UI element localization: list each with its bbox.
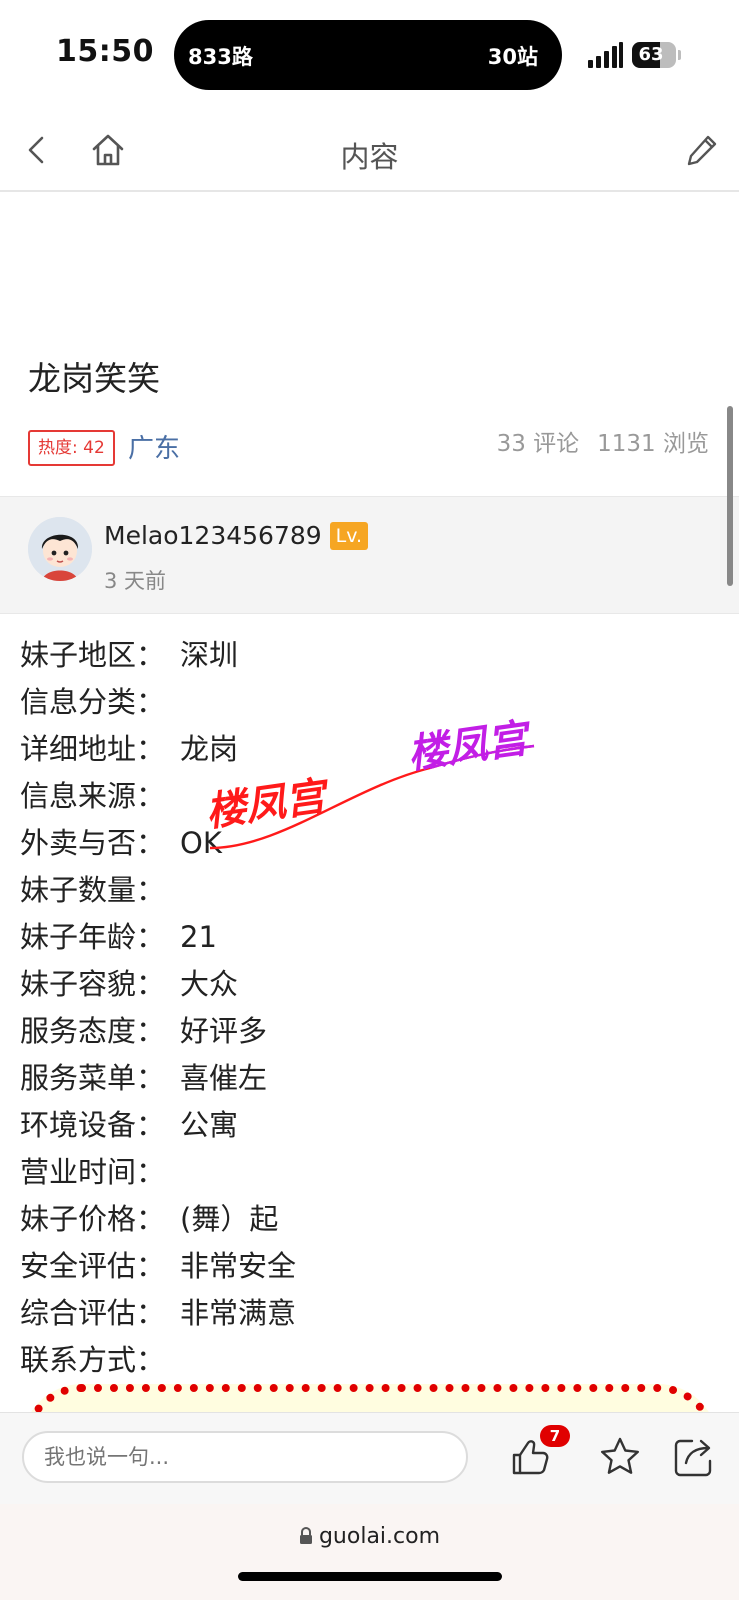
info-row: 妹子价格： (舞）起 <box>20 1196 720 1243</box>
level-badge: Lv. <box>329 522 369 550</box>
info-value: 深圳 <box>180 638 239 672</box>
info-key: 综合评估： <box>20 1296 166 1330</box>
post-time: 3 天前 <box>104 569 167 593</box>
info-key: 信息来源： <box>20 779 166 813</box>
info-row: 妹子年龄： 21 <box>20 914 720 961</box>
lock-icon <box>299 1527 312 1544</box>
info-row: 妹子地区： 深圳 <box>20 632 720 679</box>
info-key: 详细地址： <box>20 732 166 766</box>
info-key: 妹子价格： <box>20 1202 166 1236</box>
page-title: 内容 <box>340 140 399 174</box>
info-value: 非常安全 <box>180 1249 297 1283</box>
author-name[interactable]: Melao123456789 Lv. <box>104 521 369 550</box>
view-count: 1131 浏览 <box>597 431 709 457</box>
info-key: 信息分类： <box>20 685 166 719</box>
info-key: 妹子容貌： <box>20 967 166 1001</box>
info-value: 公寓 <box>180 1108 239 1142</box>
post-stats: 33 评论 1131 浏览 <box>497 424 709 458</box>
url-display[interactable]: guolai.com <box>0 1524 739 1549</box>
edit-pencil-icon[interactable] <box>684 132 720 168</box>
info-row: 营业时间： <box>20 1149 720 1196</box>
info-row: 环境设备： 公寓 <box>20 1102 720 1149</box>
island-route: 833路 <box>188 45 253 69</box>
info-key: 联系方式： <box>20 1343 166 1377</box>
like-count-badge: 7 <box>540 1425 570 1447</box>
status-time: 15:50 <box>56 34 154 69</box>
info-key: 服务态度： <box>20 1014 166 1048</box>
info-key: 服务菜单： <box>20 1061 166 1095</box>
info-value: 好评多 <box>180 1014 268 1048</box>
browser-url-bar[interactable]: guolai.com <box>0 1504 739 1600</box>
share-icon[interactable] <box>672 1435 716 1479</box>
info-value: 大众 <box>180 967 239 1001</box>
info-value: 21 <box>180 920 217 954</box>
home-indicator[interactable] <box>238 1572 502 1581</box>
star-icon[interactable] <box>598 1435 642 1479</box>
battery-level: 63 <box>638 44 664 65</box>
info-row: 安全评估： 非常安全 <box>20 1243 720 1290</box>
info-key: 环境设备： <box>20 1108 166 1142</box>
info-row: 妹子容貌： 大众 <box>20 961 720 1008</box>
island-stops: 30站 <box>487 45 538 69</box>
info-key: 营业时间： <box>20 1155 166 1189</box>
info-value: 喜催左 <box>180 1061 268 1095</box>
author-row[interactable]: Melao123456789 Lv. 3 天前 <box>0 496 739 614</box>
cellular-signal-icon <box>588 42 624 68</box>
info-row: 联系方式： <box>20 1337 720 1384</box>
region-link[interactable]: 广东 <box>128 428 180 465</box>
watermark-logo: 楼凤宫 楼凤宫 <box>203 715 535 850</box>
battery-tip <box>678 50 681 60</box>
watermark-text-right: 楼凤宫 <box>405 715 535 778</box>
url-text: guolai.com <box>318 1524 441 1549</box>
info-key: 妹子年龄： <box>20 920 166 954</box>
nav-bar: 内容 <box>0 108 739 192</box>
info-row: 服务态度： 好评多 <box>20 1008 720 1055</box>
info-value: (舞）起 <box>180 1202 279 1236</box>
author-username: Melao123456789 <box>104 521 322 550</box>
heat-badge: 热度: 42 <box>28 430 115 466</box>
avatar[interactable] <box>28 517 92 581</box>
status-bar: 15:50 833路 30站 63 <box>0 0 739 108</box>
post-title: 龙岗笑笑 <box>28 359 160 398</box>
battery-icon: 63 <box>632 42 676 68</box>
comment-bar: 7 <box>0 1412 739 1504</box>
scrollbar[interactable] <box>727 406 733 586</box>
info-key: 外卖与否： <box>20 826 166 860</box>
info-key: 妹子地区： <box>20 638 166 672</box>
info-key: 安全评估： <box>20 1249 166 1283</box>
comment-input[interactable] <box>22 1431 468 1483</box>
watermark-text-left: 楼凤宫 <box>203 773 333 836</box>
info-row: 服务菜单： 喜催左 <box>20 1055 720 1102</box>
info-key: 妹子数量： <box>20 873 166 907</box>
dynamic-island[interactable]: 833路 30站 <box>174 20 562 90</box>
comment-count[interactable]: 33 评论 <box>497 431 580 457</box>
info-value: 非常满意 <box>180 1296 297 1330</box>
info-row: 综合评估： 非常满意 <box>20 1290 720 1337</box>
